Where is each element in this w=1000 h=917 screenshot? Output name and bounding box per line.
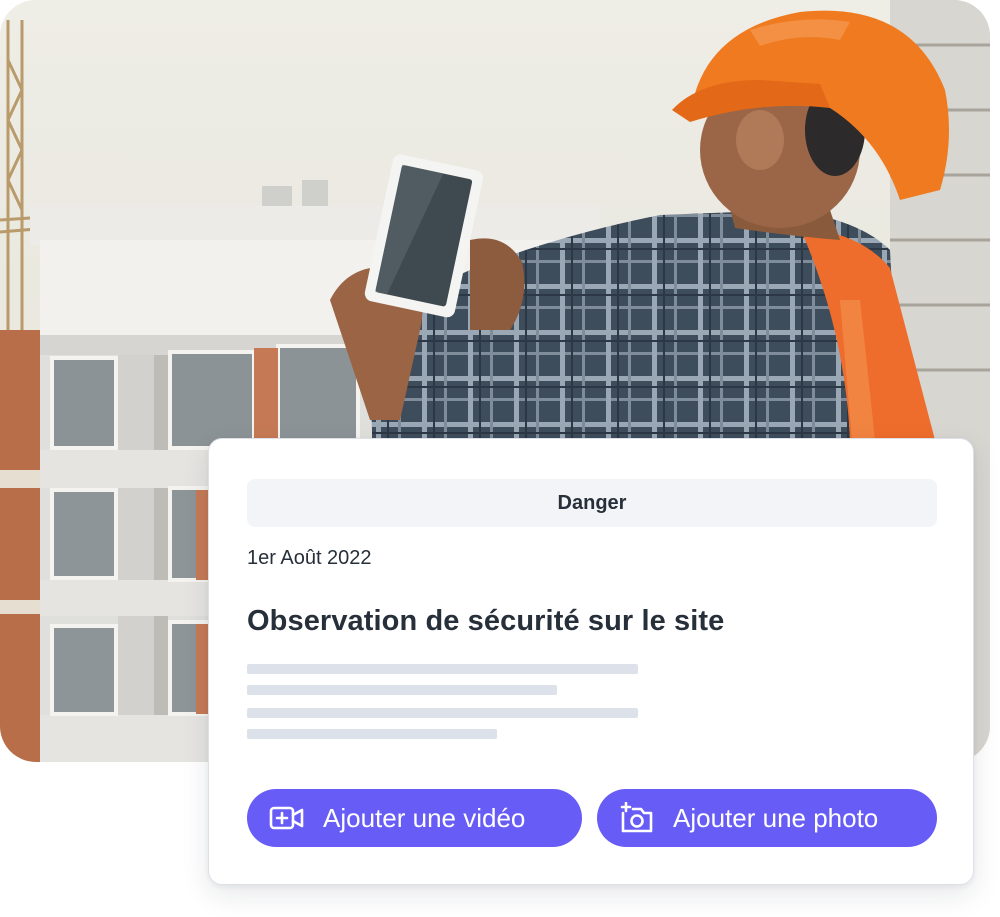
add-video-label: Ajouter une vidéo (323, 802, 526, 833)
add-video-button[interactable]: Ajouter une vidéo (247, 789, 582, 847)
text-placeholder-line (247, 729, 497, 739)
text-placeholder-line (247, 708, 638, 718)
camera-plus-icon (619, 802, 655, 833)
observation-card: Danger 1er Août 2022 Observation de sécu… (208, 438, 974, 885)
add-photo-label: Ajouter une photo (673, 802, 879, 833)
observation-title: Observation de sécurité sur le site (247, 605, 725, 637)
status-badge: Danger (247, 479, 937, 527)
video-plus-icon (269, 803, 305, 833)
observation-date: 1er Août 2022 (247, 547, 372, 569)
text-placeholder-line (247, 664, 638, 674)
add-photo-button[interactable]: Ajouter une photo (597, 789, 937, 847)
text-placeholder-line (247, 685, 557, 695)
